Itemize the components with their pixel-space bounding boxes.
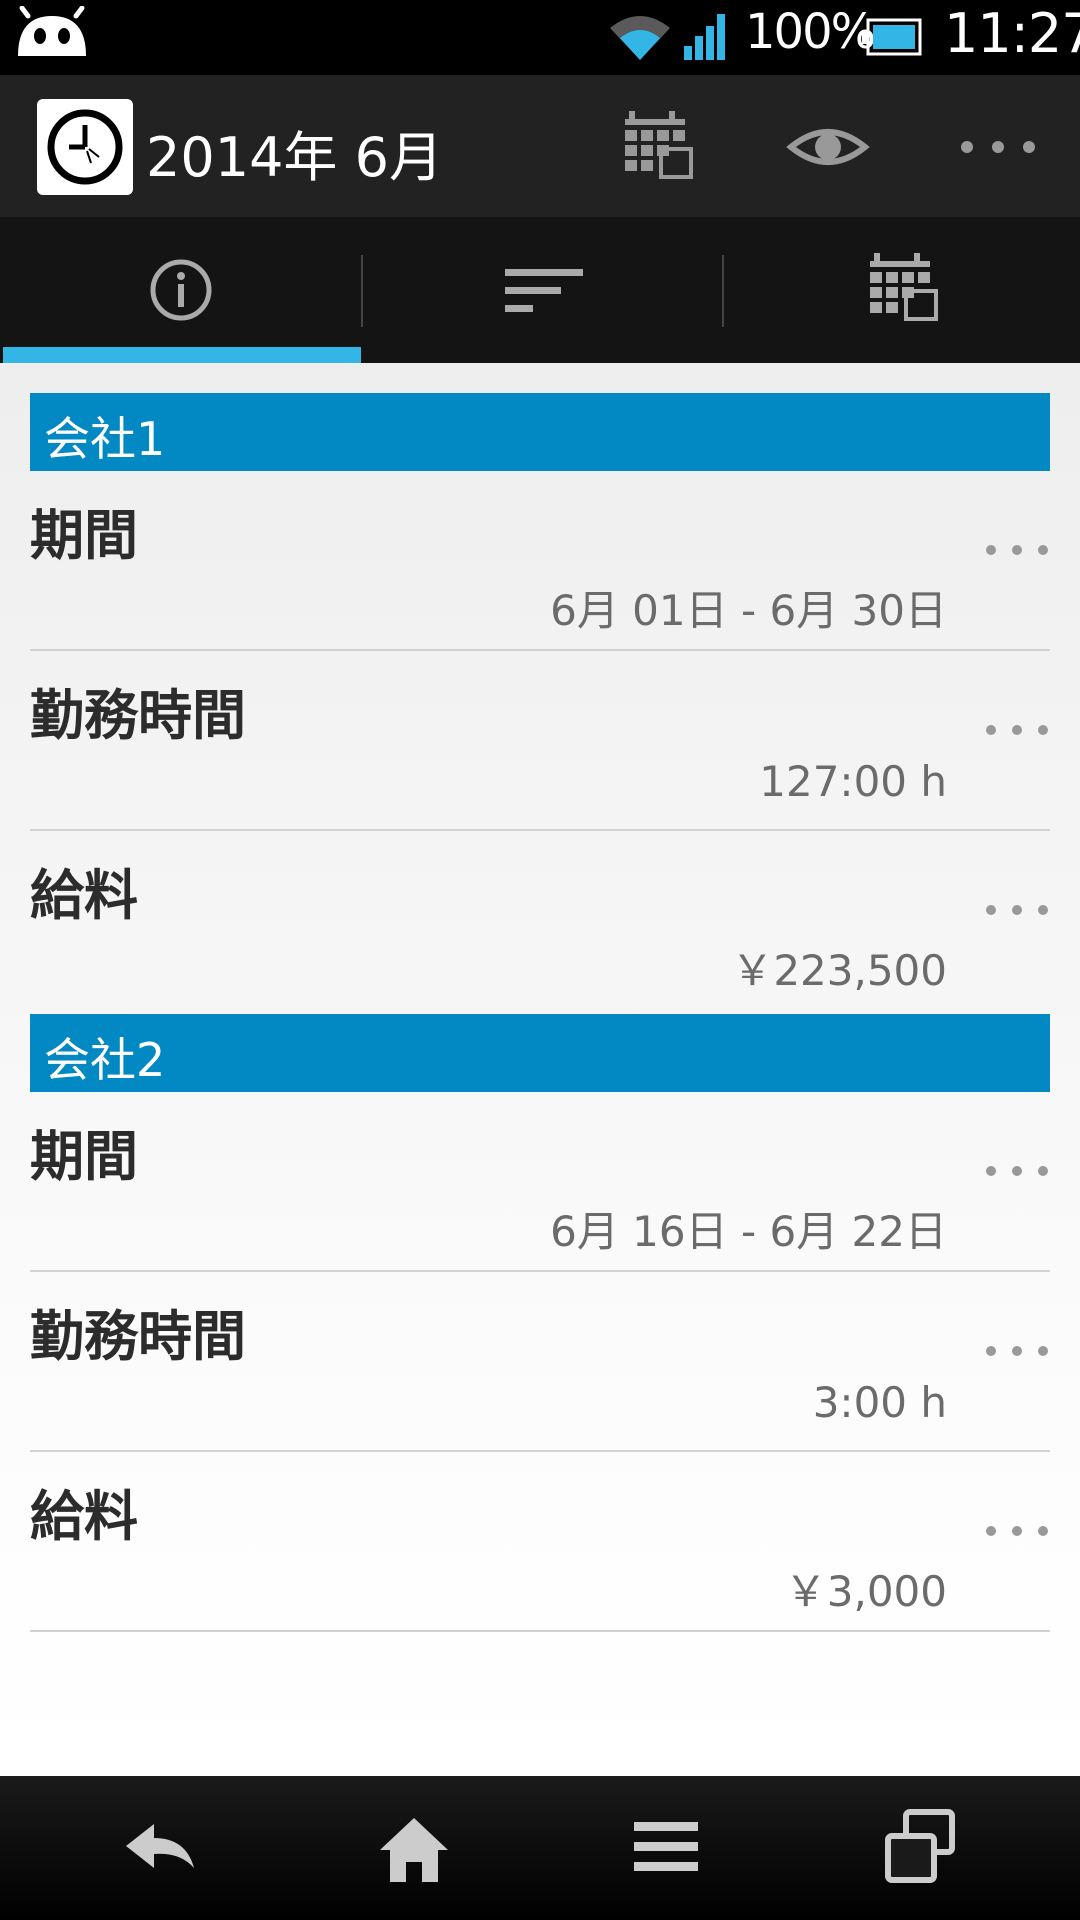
menu-button[interactable] [624,1806,708,1890]
overflow-menu-icon [961,141,1035,153]
row-value: ￥3,000 [784,1567,947,1616]
row-label: 期間 [30,1125,138,1188]
list-item[interactable]: 給料 ￥3,000 [30,1452,1050,1632]
more-dots-icon[interactable] [984,899,1050,921]
home-icon [380,1818,448,1882]
section-header: 会社1 [30,393,1050,471]
row-value: 6月 01日 - 6月 30日 [550,586,947,635]
overflow-menu-button[interactable] [955,103,1045,193]
home-button[interactable] [372,1806,456,1890]
section-header: 会社2 [30,1014,1050,1092]
tab-info[interactable] [0,217,362,363]
tab-bar [0,217,1080,363]
battery-icon [862,18,922,56]
sort-list-icon [505,269,583,312]
wifi-icon [610,16,670,60]
back-icon [126,1824,194,1868]
recent-apps-icon [885,1809,955,1883]
tab-selected-indicator [3,347,361,363]
calendar-grid-icon [625,111,693,179]
more-dots-icon[interactable] [984,1340,1050,1362]
app-icon[interactable] [37,99,133,195]
calendar-grid-icon [870,253,938,321]
action-bar: 2014年 6月 [0,75,1080,217]
list-item[interactable]: 勤務時間 127:00 h [30,651,1050,831]
calendar-button[interactable] [617,103,707,193]
more-dots-icon[interactable] [984,1160,1050,1182]
status-bar: 100% 11:27 [0,0,1080,75]
battery-percent: 100% [745,4,876,60]
status-clock: 11:27 [944,2,1080,65]
row-label: 給料 [30,864,138,927]
navigation-bar [0,1776,1080,1920]
recent-apps-button[interactable] [878,1806,962,1890]
tab-summary[interactable] [363,217,723,363]
view-button[interactable] [783,103,873,193]
section-title: 会社1 [44,412,166,466]
more-dots-icon[interactable] [984,719,1050,741]
summary-list: 会社1 期間 6月 01日 - 6月 30日 勤務時間 127:00 h 給料 … [0,363,1080,1776]
row-value: ￥223,500 [731,946,947,995]
list-item[interactable]: 期間 6月 16日 - 6月 22日 [30,1092,1050,1272]
row-value: 6月 16日 - 6月 22日 [550,1207,947,1256]
row-label: 給料 [30,1485,138,1548]
list-item[interactable]: 給料 ￥223,500 [30,831,1050,1011]
row-label: 期間 [30,504,138,567]
list-item[interactable]: 期間 6月 01日 - 6月 30日 [30,471,1050,651]
signal-icon [684,14,725,60]
more-dots-icon[interactable] [984,1520,1050,1542]
row-value: 3:00 h [812,1378,947,1427]
eye-icon [786,129,870,165]
list-item[interactable]: 勤務時間 3:00 h [30,1272,1050,1452]
page-title: 2014年 6月 [146,126,443,189]
clock-icon [47,109,123,185]
more-dots-icon[interactable] [984,539,1050,561]
menu-icon [634,1822,698,1871]
divider [30,1630,1050,1632]
section-title: 会社2 [44,1033,166,1087]
row-label: 勤務時間 [30,684,246,747]
back-button[interactable] [118,1806,202,1890]
row-value: 127:00 h [759,757,947,806]
row-label: 勤務時間 [30,1305,246,1368]
android-notification-icon [18,6,86,56]
tab-calendar[interactable] [724,217,1080,363]
info-icon [150,259,212,321]
